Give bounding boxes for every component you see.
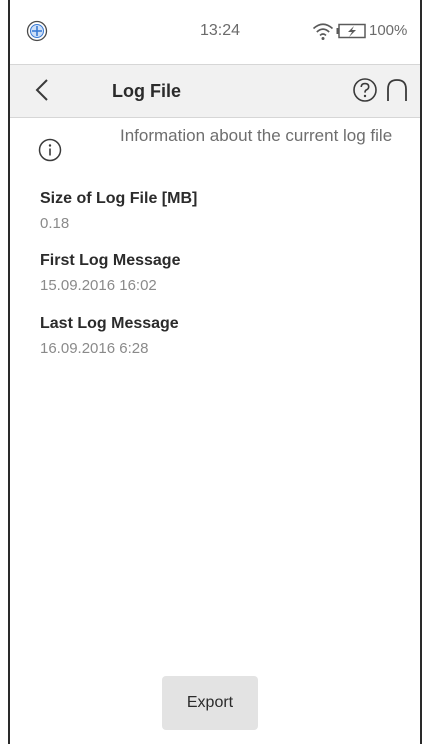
field-label: Last Log Message bbox=[40, 315, 179, 332]
app-logo-icon bbox=[26, 20, 48, 42]
home-button[interactable] bbox=[384, 77, 410, 103]
info-section: Information about the current log file bbox=[10, 118, 420, 174]
field-value: 0.18 bbox=[40, 215, 70, 232]
app-frame: 13:24 100% Log File Information about th… bbox=[8, 0, 422, 744]
status-time: 13:24 bbox=[200, 22, 241, 39]
field-label: First Log Message bbox=[40, 252, 181, 269]
header-bar: Log File bbox=[10, 64, 420, 118]
first-log-message-field: First Log Message 15.09.2016 16:02 bbox=[40, 250, 400, 297]
home-arch-icon bbox=[387, 79, 407, 101]
last-log-message-field: Last Log Message 16.09.2016 6:28 bbox=[40, 313, 400, 360]
help-button[interactable] bbox=[352, 77, 378, 103]
chevron-left-icon bbox=[35, 79, 48, 101]
info-text: Information about the current log file bbox=[120, 126, 393, 145]
help-circle-icon bbox=[353, 78, 377, 102]
info-circle-icon bbox=[38, 138, 62, 162]
wifi-icon bbox=[312, 23, 334, 40]
battery-charging-icon bbox=[336, 23, 366, 39]
log-size-field: Size of Log File [MB] 0.18 bbox=[40, 188, 400, 235]
status-bar: 13:24 100% bbox=[10, 0, 420, 64]
battery-percent: 100% bbox=[369, 22, 408, 39]
field-label: Size of Log File [MB] bbox=[40, 190, 198, 207]
page-title: Log File bbox=[112, 81, 181, 101]
back-button[interactable] bbox=[28, 75, 58, 105]
field-value: 15.09.2016 16:02 bbox=[40, 277, 157, 294]
export-button[interactable]: Export bbox=[162, 676, 258, 730]
field-value: 16.09.2016 6:28 bbox=[40, 340, 149, 357]
